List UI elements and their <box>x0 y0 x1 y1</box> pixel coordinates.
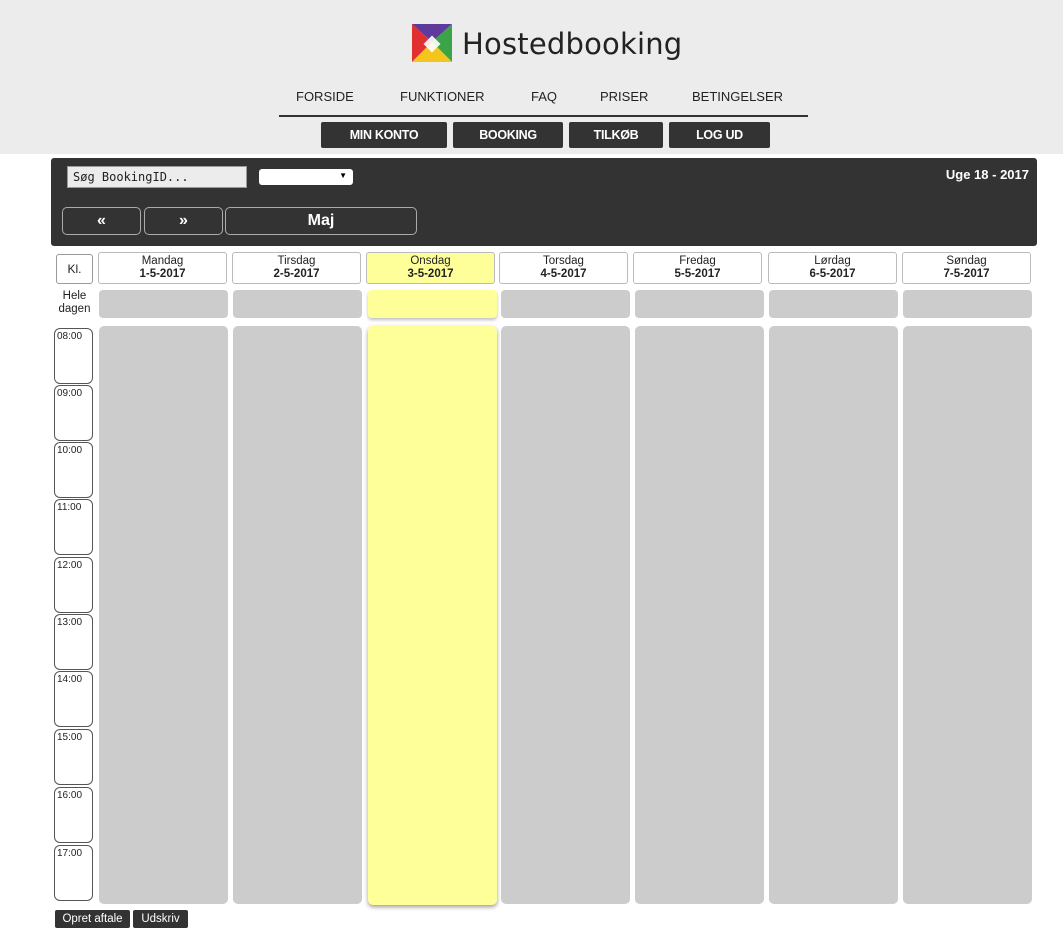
allday-slot-mandag[interactable] <box>99 290 228 318</box>
day-column-tirsdag[interactable] <box>233 326 362 904</box>
day-header-lordag[interactable]: Lørdag 6-5-2017 <box>768 252 897 284</box>
nav-faq[interactable]: FAQ <box>531 89 557 104</box>
nav-betingelser[interactable]: BETINGELSER <box>692 89 783 104</box>
next-week-button[interactable]: » <box>144 207 223 235</box>
day-column-sondag[interactable] <box>903 326 1032 904</box>
day-date: 3-5-2017 <box>407 268 454 280</box>
prev-week-button[interactable]: « <box>62 207 141 235</box>
logo[interactable]: Hostedbooking <box>410 20 682 68</box>
day-name: Mandag <box>141 255 184 267</box>
day-name: Søndag <box>946 255 987 267</box>
hour-label: 11:00 <box>54 499 93 555</box>
day-header-sondag[interactable]: Søndag 7-5-2017 <box>902 252 1031 284</box>
brand-name: Hostedbooking <box>462 27 683 61</box>
day-date: 7-5-2017 <box>943 268 990 280</box>
week-label: Uge 18 - 2017 <box>945 167 1029 182</box>
day-name: Tirsdag <box>277 255 316 267</box>
hour-label: 13:00 <box>54 614 93 670</box>
allday-slot-lordag[interactable] <box>769 290 898 318</box>
hour-label: 17:00 <box>54 845 93 901</box>
day-header-torsdag[interactable]: Torsdag 4-5-2017 <box>499 252 628 284</box>
nav-forside[interactable]: FORSIDE <box>296 89 354 104</box>
tilkob-button[interactable]: TILKØB <box>569 122 663 148</box>
main-nav: FORSIDE FUNKTIONER FAQ PRISER BETINGELSE… <box>279 89 808 117</box>
time-column-header: Kl. <box>56 254 93 284</box>
hour-label: 16:00 <box>54 787 93 843</box>
day-date: 6-5-2017 <box>809 268 856 280</box>
min-konto-button[interactable]: MIN KONTO <box>321 122 447 148</box>
hour-label: 10:00 <box>54 442 93 498</box>
day-name: Torsdag <box>543 255 584 267</box>
allday-slot-onsdag[interactable] <box>368 290 497 318</box>
hour-label: 14:00 <box>54 671 93 727</box>
day-date: 2-5-2017 <box>273 268 320 280</box>
site-header: Hostedbooking FORSIDE FUNKTIONER FAQ PRI… <box>0 0 1063 154</box>
day-header-onsdag[interactable]: Onsdag 3-5-2017 <box>366 252 495 284</box>
day-header-mandag[interactable]: Mandag 1-5-2017 <box>98 252 227 284</box>
allday-slot-fredag[interactable] <box>635 290 764 318</box>
day-date: 1-5-2017 <box>139 268 186 280</box>
booking-button[interactable]: BOOKING <box>453 122 563 148</box>
nav-priser[interactable]: PRISER <box>600 89 648 104</box>
logo-icon <box>412 24 452 62</box>
day-name: Lørdag <box>814 255 851 267</box>
create-appointment-button[interactable]: Opret aftale <box>55 910 130 928</box>
allday-label: Hele dagen <box>58 290 91 315</box>
chevron-down-icon: ▼ <box>339 171 347 180</box>
hour-label: 12:00 <box>54 557 93 613</box>
day-column-fredag[interactable] <box>635 326 764 904</box>
hour-label: 09:00 <box>54 385 93 441</box>
day-column-mandag[interactable] <box>99 326 228 904</box>
day-date: 5-5-2017 <box>674 268 721 280</box>
day-header-tirsdag[interactable]: Tirsdag 2-5-2017 <box>232 252 361 284</box>
day-name: Onsdag <box>410 255 451 267</box>
hour-label: 15:00 <box>54 729 93 785</box>
day-header-fredag[interactable]: Fredag 5-5-2017 <box>633 252 762 284</box>
nav-funktioner[interactable]: FUNKTIONER <box>400 89 485 104</box>
month-button[interactable]: Maj <box>225 207 417 235</box>
allday-slot-sondag[interactable] <box>903 290 1032 318</box>
day-date: 4-5-2017 <box>540 268 587 280</box>
calendar-toolbar: Søg BookingID... ▼ Uge 18 - 2017 « » Maj <box>51 158 1037 246</box>
allday-slot-torsdag[interactable] <box>501 290 630 318</box>
log-ud-button[interactable]: LOG UD <box>669 122 770 148</box>
print-button[interactable]: Udskriv <box>133 910 188 928</box>
hour-label: 08:00 <box>54 328 93 384</box>
allday-slot-tirsdag[interactable] <box>233 290 362 318</box>
day-column-torsdag[interactable] <box>501 326 630 904</box>
booking-search-input[interactable]: Søg BookingID... <box>67 166 247 188</box>
day-column-onsdag[interactable] <box>368 326 497 905</box>
day-column-lordag[interactable] <box>769 326 898 904</box>
calendar-select[interactable]: ▼ <box>259 169 353 185</box>
day-name: Fredag <box>679 255 716 267</box>
